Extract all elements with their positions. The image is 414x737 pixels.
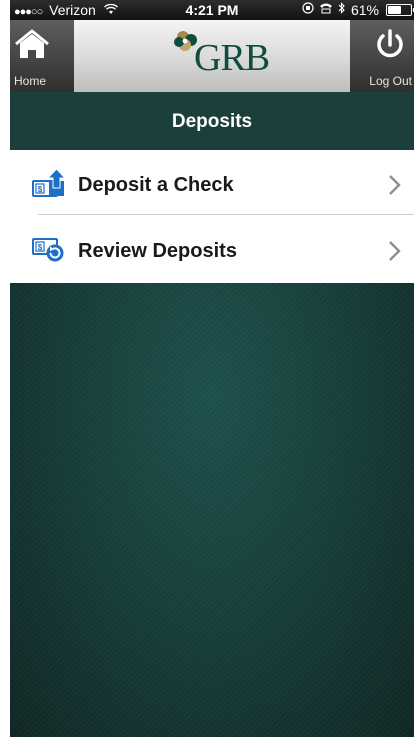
menu-item-label: Deposit a Check — [78, 174, 234, 196]
content-background — [10, 283, 414, 737]
chevron-right-icon — [388, 174, 402, 196]
battery-percent: 61% — [350, 2, 379, 18]
logout-label: Log Out — [369, 74, 412, 88]
review-deposits-icon: $ — [32, 234, 66, 264]
svg-text:$: $ — [38, 185, 43, 194]
home-label: Home — [14, 74, 47, 88]
menu-item-label: Review Deposits — [78, 240, 237, 262]
menu-item-deposit-check[interactable]: $ Deposit a Check — [10, 150, 414, 216]
svg-text:$: $ — [38, 243, 43, 252]
battery-level-fill — [388, 6, 401, 14]
deposit-check-icon: $ — [32, 168, 67, 198]
menu-divider — [38, 214, 414, 215]
logo-text: GRB — [194, 37, 270, 79]
grb-logo: GRB — [170, 28, 290, 79]
bluetooth-icon — [338, 0, 346, 20]
power-icon — [350, 28, 414, 62]
menu-item-review-deposits[interactable]: $ Review Deposits — [10, 216, 414, 282]
orientation-lock-icon — [302, 0, 314, 20]
status-right-group: 61% — [302, 0, 414, 20]
logout-button[interactable]: Log Out — [350, 20, 414, 92]
app-screen: ●●●○○ Verizon 4:21 PM 61% Home GRB Log O… — [10, 0, 414, 737]
deposits-menu: $ Deposit a Check $ Review Deposits — [10, 150, 414, 283]
page-title-bar: Deposits — [10, 92, 414, 150]
chevron-right-icon — [388, 240, 402, 262]
page-title: Deposits — [171, 111, 253, 132]
home-button[interactable]: Home — [10, 20, 74, 92]
status-bar: ●●●○○ Verizon 4:21 PM 61% — [10, 0, 414, 20]
tty-icon — [319, 0, 333, 20]
battery-icon — [386, 4, 414, 16]
home-icon — [10, 28, 74, 62]
nav-bar: Home GRB Log Out — [10, 20, 414, 92]
